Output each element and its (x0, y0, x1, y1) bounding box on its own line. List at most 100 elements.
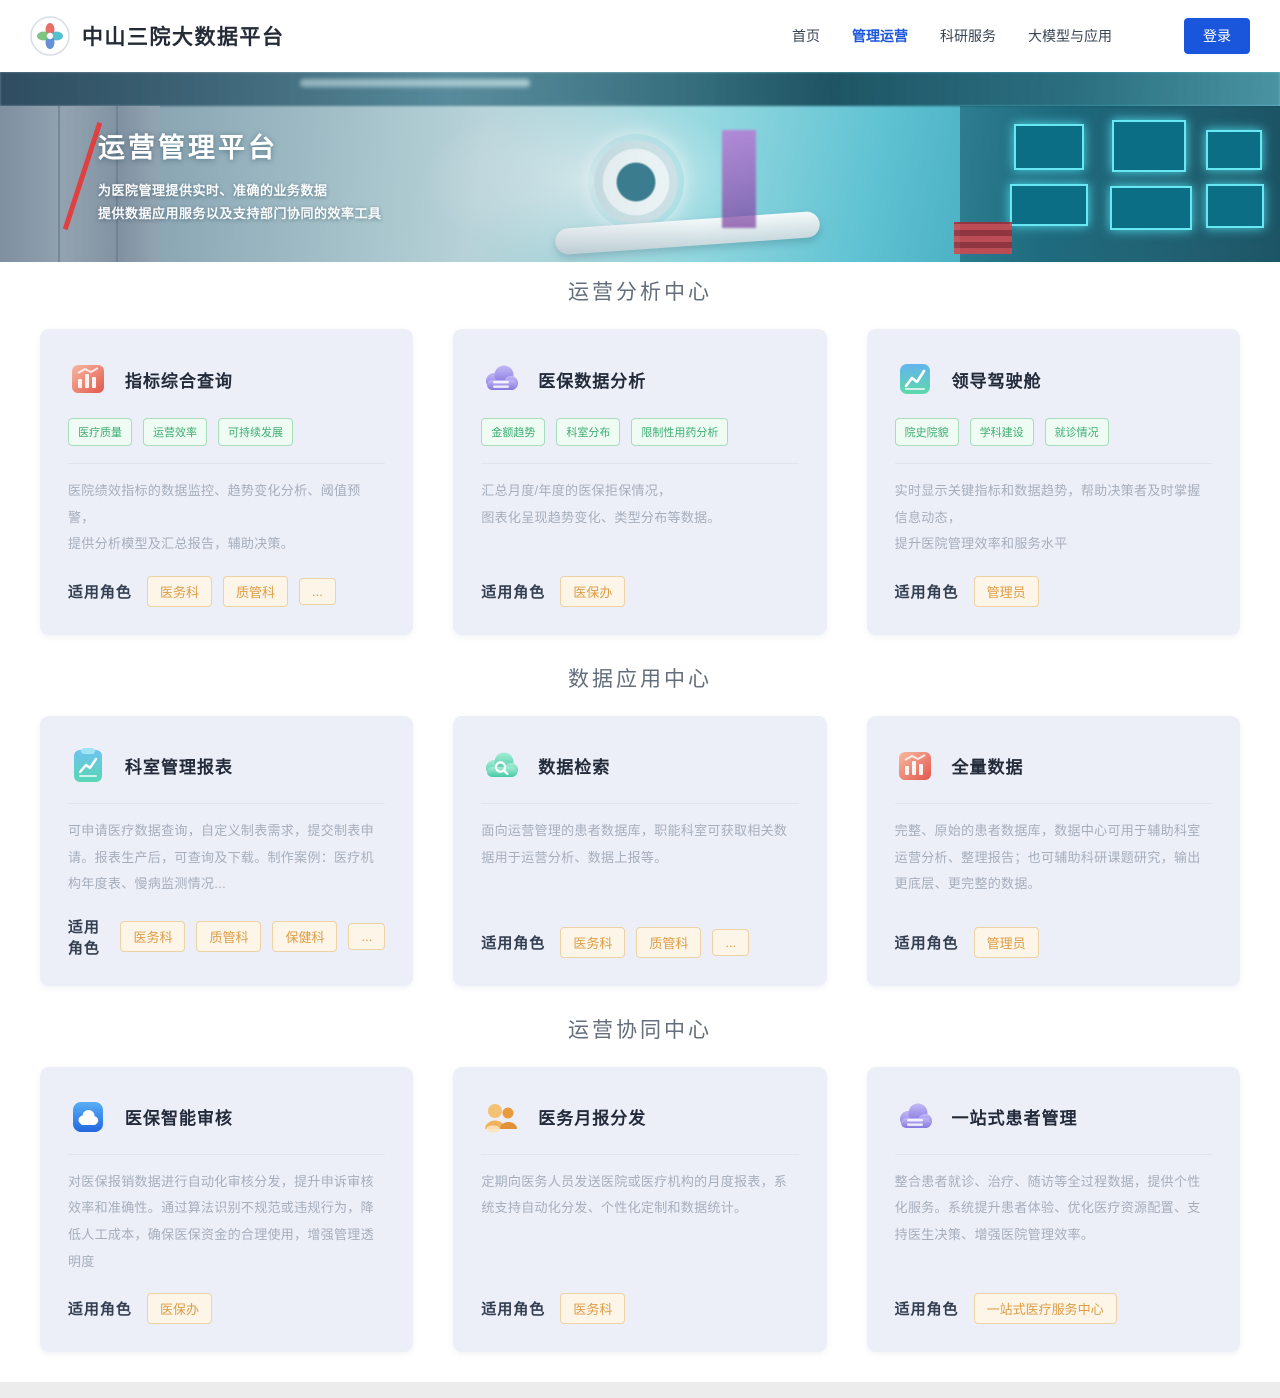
card-description: 定期向医务人员发送医院或医疗机构的月度报表，系统支持自动化分发、个性化定制和数据… (481, 1169, 798, 1276)
card-leadership-cockpit[interactable]: 领导驾驶舱 院史院貌 学科建设 就诊情况 实时显示关键指标和数据趋势，帮助决策者… (867, 329, 1240, 635)
card-description: 整合患者就诊、治疗、随访等全过程数据，提供个性化服务。系统提升患者体验、优化医疗… (895, 1169, 1212, 1276)
hero-subtitle-line: 为医院管理提供实时、准确的业务数据 (98, 180, 382, 203)
desc-line: 实时显示关键指标和数据趋势，帮助决策者及时掌握信息动态， (895, 478, 1212, 531)
card-monthly-report-distribution[interactable]: 医务月报分发 定期向医务人员发送医院或医疗机构的月度报表，系统支持自动化分发、个… (453, 1067, 826, 1353)
hero-art-screen (1112, 120, 1186, 172)
brand-title: 中山三院大数据平台 (82, 21, 285, 51)
hero-text-block: 运营管理平台 为医院管理提供实时、准确的业务数据 提供数据应用服务以及支持部门协… (98, 126, 382, 226)
people-icon (481, 1097, 521, 1137)
desc-line: 整合患者就诊、治疗、随访等全过程数据，提供个性化服务。系统提升患者体验、优化医疗… (895, 1169, 1212, 1249)
card-indicator-query[interactable]: 指标综合查询 医疗质量 运营效率 可持续发展 医院绩效指标的数据监控、趋势变化分… (40, 329, 413, 635)
section-operations-collaboration: 运营协同中心 医保智能审核 (0, 1016, 1280, 1353)
feature-tag: 科室分布 (556, 418, 620, 446)
hero-title: 运营管理平台 (98, 126, 382, 165)
card-full-data[interactable]: 全量数据 完整、原始的患者数据库，数据中心可用于辅助科室运营分析、整理报告；也可… (867, 716, 1240, 986)
login-button[interactable]: 登录 (1184, 18, 1250, 54)
top-navbar: 中山三院大数据平台 首页 管理运营 科研服务 大模型与应用 登录 (0, 0, 1280, 72)
card-header: 医保智能审核 (68, 1097, 385, 1137)
hero-art-screen (1014, 124, 1084, 170)
divider (481, 1154, 798, 1155)
roles-label: 适用角色 (481, 581, 545, 602)
section-operations-analysis: 运营分析中心 指标综合查询 医疗质量 (0, 278, 1280, 635)
roles-row: 适用角色 医务科 质管科 保健科 ... (68, 916, 385, 958)
feature-tag: 院史院貌 (895, 418, 959, 446)
desc-line: 可申请医疗数据查询，自定义制表需求，提交制表申请。报表生产后，可查询及下载。制作… (68, 818, 385, 898)
feature-tag: 学科建设 (970, 418, 1034, 446)
roles-row: 适用角色 医务科 (481, 1293, 798, 1324)
desc-line: 对医保报销数据进行自动化审核分发，提升申诉审核效率和准确性。通过算法识别不规范或… (68, 1169, 385, 1276)
desc-line: 提升医院管理效率和服务水平 (895, 531, 1212, 558)
desc-line: 面向运营管理的患者数据库，职能科室可获取相关数据用于运营分析、数据上报等。 (481, 818, 798, 871)
feature-tag: 可持续发展 (218, 418, 293, 446)
feature-tag: 就诊情况 (1045, 418, 1109, 446)
card-description: 可申请医疗数据查询，自定义制表需求，提交制表申请。报表生产后，可查询及下载。制作… (68, 818, 385, 898)
feature-tag: 运营效率 (143, 418, 207, 446)
roles-row: 适用角色 管理员 (895, 576, 1212, 607)
card-header: 医保数据分析 (481, 359, 798, 399)
hero-art-shape (954, 222, 1012, 254)
role-tag: 医保办 (560, 576, 625, 607)
divider (68, 463, 385, 464)
card-header: 数据检索 (481, 746, 798, 786)
section-heading: 数据应用中心 (0, 665, 1280, 694)
nav-item-operations[interactable]: 管理运营 (852, 26, 908, 46)
card-title: 领导驾驶舱 (952, 367, 1042, 392)
desc-line: 图表化呈现趋势变化、类型分布等数据。 (481, 505, 798, 532)
hero-banner: 运营管理平台 为医院管理提供实时、准确的业务数据 提供数据应用服务以及支持部门协… (0, 72, 1280, 262)
desc-line: 定期向医务人员发送医院或医疗机构的月度报表，系统支持自动化分发、个性化定制和数据… (481, 1169, 798, 1222)
feature-tag: 金额趋势 (481, 418, 545, 446)
hero-subtitle-line: 提供数据应用服务以及支持部门协同的效率工具 (98, 203, 382, 226)
card-insurance-smart-audit[interactable]: 医保智能审核 对医保报销数据进行自动化审核分发，提升申诉审核效率和准确性。通过算… (40, 1067, 413, 1353)
roles-row: 适用角色 医务科 质管科 ... (68, 576, 385, 607)
nav-item-research[interactable]: 科研服务 (940, 26, 996, 46)
roles-label: 适用角色 (895, 1298, 959, 1319)
roles-label: 适用角色 (68, 581, 132, 602)
main-nav: 首页 管理运营 科研服务 大模型与应用 登录 (792, 18, 1250, 54)
feature-tag: 医疗质量 (68, 418, 132, 446)
card-header: 全量数据 (895, 746, 1212, 786)
desc-line: 汇总月度/年度的医保拒保情况， (481, 478, 798, 505)
divider (895, 463, 1212, 464)
role-tag: 医务科 (147, 576, 212, 607)
card-description: 实时显示关键指标和数据趋势，帮助决策者及时掌握信息动态， 提升医院管理效率和服务… (895, 478, 1212, 558)
nav-item-home[interactable]: 首页 (792, 26, 820, 46)
roles-label: 适用角色 (68, 916, 105, 958)
dashboard-chart-icon (895, 359, 935, 399)
roles-row: 适用角色 管理员 (895, 927, 1212, 958)
bar-chart-icon (895, 746, 935, 786)
cloud-blue-icon (68, 1097, 108, 1137)
page-footer (0, 1382, 1280, 1398)
hospital-logo-icon (30, 16, 70, 56)
card-insurance-analysis[interactable]: 医保数据分析 金额趋势 科室分布 限制性用药分析 汇总月度/年度的医保拒保情况，… (453, 329, 826, 635)
card-title: 医保智能审核 (125, 1104, 233, 1129)
nav-item-llm-apps[interactable]: 大模型与应用 (1028, 26, 1112, 46)
brand-home-link[interactable]: 中山三院大数据平台 (30, 16, 285, 56)
roles-row: 适用角色 医保办 (68, 1293, 385, 1324)
role-tag-more: ... (348, 923, 385, 950)
card-description: 面向运营管理的患者数据库，职能科室可获取相关数据用于运营分析、数据上报等。 (481, 818, 798, 909)
feature-tags: 医疗质量 运营效率 可持续发展 (68, 418, 385, 446)
role-tag: 保健科 (272, 921, 337, 952)
card-grid: 医保智能审核 对医保报销数据进行自动化审核分发，提升申诉审核效率和准确性。通过算… (0, 1067, 1280, 1353)
report-chart-icon (68, 746, 108, 786)
divider (481, 803, 798, 804)
role-tag: 质管科 (196, 921, 261, 952)
cloud-purple-icon (895, 1097, 935, 1137)
roles-label: 适用角色 (481, 1298, 545, 1319)
divider (68, 803, 385, 804)
section-heading: 运营协同中心 (0, 1016, 1280, 1045)
card-title: 医务月报分发 (538, 1104, 646, 1129)
feature-tags: 金额趋势 科室分布 限制性用药分析 (481, 418, 798, 446)
card-one-stop-patient-management[interactable]: 一站式患者管理 整合患者就诊、治疗、随访等全过程数据，提供个性化服务。系统提升患… (867, 1067, 1240, 1353)
feature-tag: 限制性用药分析 (631, 418, 728, 446)
roles-label: 适用角色 (895, 932, 959, 953)
desc-line: 完整、原始的患者数据库，数据中心可用于辅助科室运营分析、整理报告；也可辅助科研课… (895, 818, 1212, 898)
roles-label: 适用角色 (481, 932, 545, 953)
card-data-search[interactable]: 数据检索 面向运营管理的患者数据库，职能科室可获取相关数据用于运营分析、数据上报… (453, 716, 826, 986)
card-grid: 指标综合查询 医疗质量 运营效率 可持续发展 医院绩效指标的数据监控、趋势变化分… (0, 329, 1280, 635)
card-header: 一站式患者管理 (895, 1097, 1212, 1137)
role-tag: 医务科 (560, 1293, 625, 1324)
role-tag-more: ... (299, 578, 336, 605)
role-tag: 质管科 (636, 927, 701, 958)
card-department-reports[interactable]: 科室管理报表 可申请医疗数据查询，自定义制表需求，提交制表申请。报表生产后，可查… (40, 716, 413, 986)
